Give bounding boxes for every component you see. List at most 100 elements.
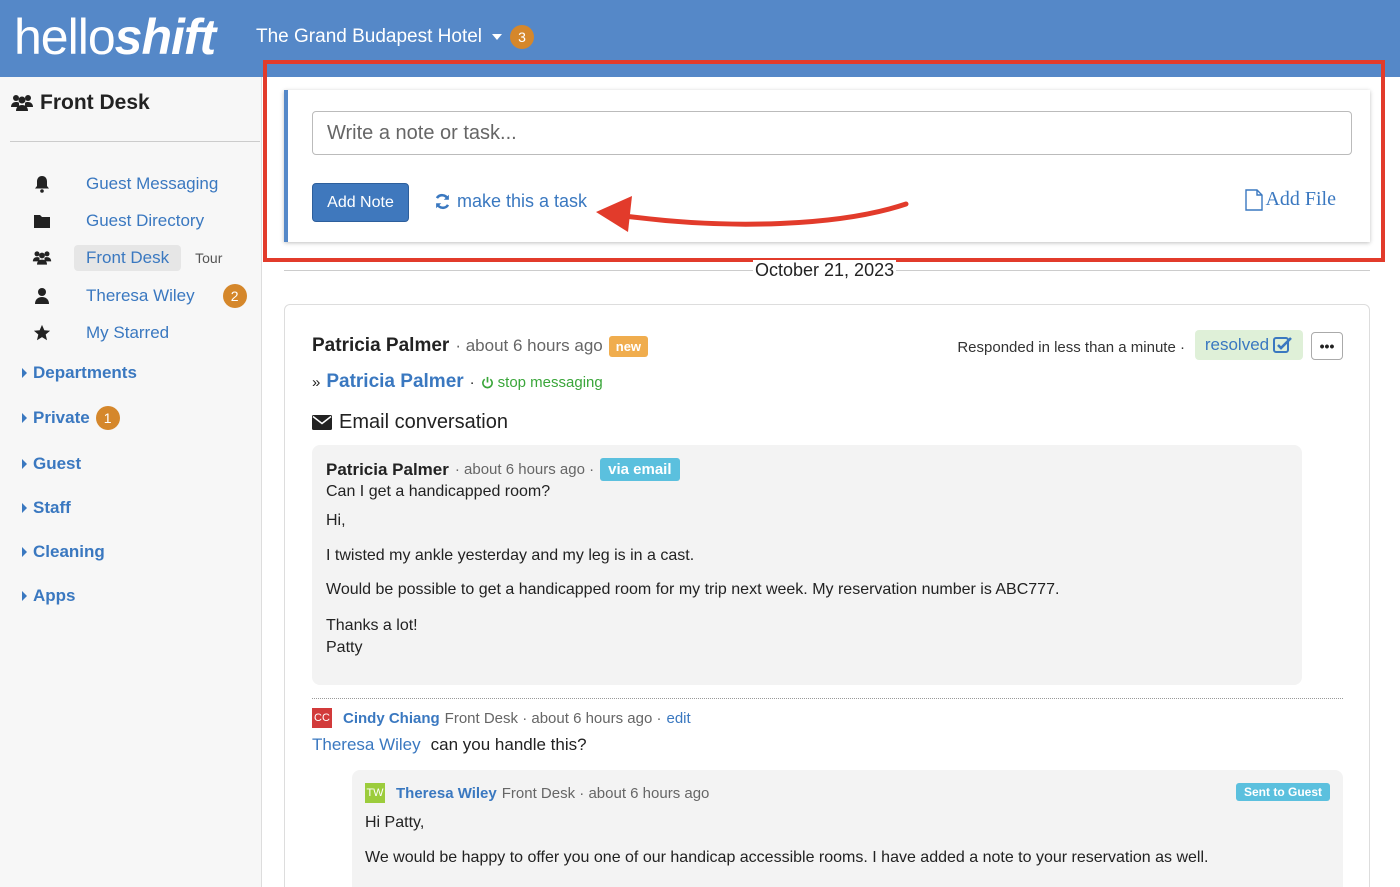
- comment-dept: Front Desk: [444, 709, 519, 727]
- sidebar-item-my-starred[interactable]: My Starred: [32, 319, 181, 347]
- contact-row: » Patricia Palmer · stop messaging: [312, 371, 603, 393]
- sidebar-title: Front Desk: [10, 91, 150, 115]
- sidebar-group-cleaning[interactable]: Cleaning: [22, 542, 105, 562]
- message-header: Patricia Palmer · about 6 hours ago · vi…: [326, 458, 680, 481]
- caret-right-icon: [22, 368, 27, 378]
- comment-time: · about 6 hours ago ·: [518, 709, 662, 727]
- sidebar-group-label: Guest: [33, 454, 82, 473]
- divider: [312, 698, 1343, 699]
- sidebar-item-front-desk[interactable]: Front Desk Tour: [32, 244, 222, 272]
- comment-time-text: about 6 hours ago: [531, 709, 653, 727]
- file-icon: [1245, 188, 1264, 211]
- sidebar-group-label: Private: [33, 408, 90, 427]
- mention-link[interactable]: Theresa Wiley: [312, 735, 421, 755]
- via-email-badge: via email: [600, 458, 680, 481]
- comment-text: can you handle this?: [430, 735, 587, 754]
- resolved-label: resolved: [1204, 335, 1270, 354]
- power-icon: [481, 376, 493, 388]
- sidebar-item-guest-messaging[interactable]: Guest Messaging: [32, 170, 230, 198]
- date-separator: October 21, 2023: [284, 260, 1370, 284]
- add-note-button[interactable]: Add Note: [312, 183, 409, 222]
- caret-right-icon: [22, 591, 27, 601]
- note-composer: Add Note make this a task Add File: [284, 90, 1370, 242]
- email-conversation-title: Email conversation: [312, 411, 508, 434]
- sidebar-item-label: My Starred: [86, 323, 170, 342]
- comment-header: CC Cindy Chiang Front Desk · about 6 hou…: [312, 708, 691, 728]
- comment-author[interactable]: Cindy Chiang: [343, 710, 440, 727]
- stop-messaging-link[interactable]: stop messaging: [481, 374, 603, 391]
- email-title-text: Email conversation: [339, 411, 508, 433]
- sidebar-title-text: Front Desk: [40, 91, 150, 114]
- response-time: Responded in less than a minute ·: [957, 339, 1185, 356]
- thread-time: · about 6 hours ago: [455, 336, 603, 355]
- envelope-icon: [312, 415, 332, 430]
- unread-badge: 1: [95, 406, 120, 430]
- reply-header: TW Theresa Wiley Front Desk · about 6 ho…: [365, 783, 709, 803]
- check-square-icon: [1273, 337, 1293, 353]
- contact-prefix: »: [312, 373, 321, 391]
- ellipsis-icon: •••: [1319, 338, 1335, 354]
- sidebar-group-label: Departments: [33, 363, 137, 382]
- sidebar-divider: [10, 141, 260, 142]
- user-icon: [32, 286, 52, 306]
- sidebar-item-label: Guest Messaging: [86, 174, 219, 193]
- caret-right-icon: [22, 459, 27, 469]
- contact-name[interactable]: Patricia Palmer: [326, 371, 463, 393]
- stop-messaging-label: stop messaging: [497, 373, 603, 391]
- caret-right-icon: [22, 547, 27, 557]
- sidebar-item-guest-directory[interactable]: Guest Directory: [32, 207, 216, 235]
- message-line: Hi,: [326, 512, 346, 529]
- resolved-toggle[interactable]: resolved: [1195, 330, 1303, 360]
- reply-line: Hi Patty,: [365, 814, 425, 831]
- sidebar-group-guest[interactable]: Guest: [22, 454, 81, 474]
- users-icon: [11, 95, 33, 111]
- avatar: CC: [312, 708, 332, 728]
- unread-badge: 2: [222, 284, 247, 308]
- sidebar-group-label: Cleaning: [33, 542, 105, 561]
- date-label: October 21, 2023: [753, 260, 897, 281]
- hotel-name: The Grand Budapest Hotel: [256, 26, 483, 47]
- sidebar-group-apps[interactable]: Apps: [22, 586, 76, 606]
- message-line: I twisted my ankle yesterday and my leg …: [326, 547, 695, 564]
- new-badge: new: [608, 335, 649, 357]
- caret-right-icon: [22, 413, 27, 423]
- add-file-label: Add File: [1265, 188, 1336, 210]
- more-options-button[interactable]: •••: [1311, 332, 1343, 360]
- reply-time: · about 6 hours ago: [575, 784, 710, 802]
- avatar: TW: [365, 783, 385, 803]
- hotel-switcher[interactable]: The Grand Budapest Hotel 3: [256, 24, 535, 50]
- sidebar: Front Desk Guest Messaging Guest Directo…: [0, 77, 262, 887]
- add-file-link[interactable]: Add File: [1245, 188, 1336, 211]
- message-time: · about 6 hours ago ·: [454, 461, 595, 478]
- sidebar-group-departments[interactable]: Departments: [22, 363, 137, 383]
- users-icon: [32, 248, 52, 268]
- bell-icon: [32, 174, 52, 194]
- refresh-icon: [435, 193, 450, 210]
- sidebar-group-label: Staff: [33, 498, 71, 517]
- tour-link[interactable]: Tour: [195, 250, 222, 266]
- sidebar-group-label: Apps: [33, 586, 76, 605]
- app-logo[interactable]: helloshift: [14, 8, 216, 66]
- logo-text-hello: hello: [14, 9, 116, 65]
- sidebar-item-label: Guest Directory: [86, 211, 205, 230]
- top-bar: helloshift The Grand Budapest Hotel 3: [0, 0, 1400, 77]
- sidebar-item-theresa-wiley[interactable]: Theresa Wiley 2: [32, 282, 247, 310]
- sidebar-group-private[interactable]: Private 1: [22, 406, 120, 430]
- edit-link[interactable]: edit: [666, 710, 690, 727]
- sent-to-guest-badge: Sent to Guest: [1235, 783, 1330, 801]
- message-line: Would be possible to get a handicapped r…: [326, 581, 1060, 598]
- reply-author[interactable]: Theresa Wiley: [396, 785, 497, 802]
- message-author[interactable]: Patricia Palmer: [326, 460, 449, 480]
- note-input[interactable]: [312, 111, 1352, 155]
- sidebar-group-staff[interactable]: Staff: [22, 498, 71, 518]
- thread-time-text: about 6 hours ago: [465, 336, 603, 355]
- thread-author[interactable]: Patricia Palmer: [312, 335, 449, 357]
- sidebar-item-label: Theresa Wiley: [86, 286, 195, 305]
- make-task-link[interactable]: make this a task: [434, 191, 587, 212]
- message-line: Patty: [326, 639, 363, 656]
- reply-time-text: about 6 hours ago: [588, 784, 710, 802]
- folder-icon: [32, 211, 52, 231]
- caret-right-icon: [22, 503, 27, 513]
- reply-message: TW Theresa Wiley Front Desk · about 6 ho…: [352, 770, 1343, 887]
- separator-dot: ·: [469, 373, 475, 391]
